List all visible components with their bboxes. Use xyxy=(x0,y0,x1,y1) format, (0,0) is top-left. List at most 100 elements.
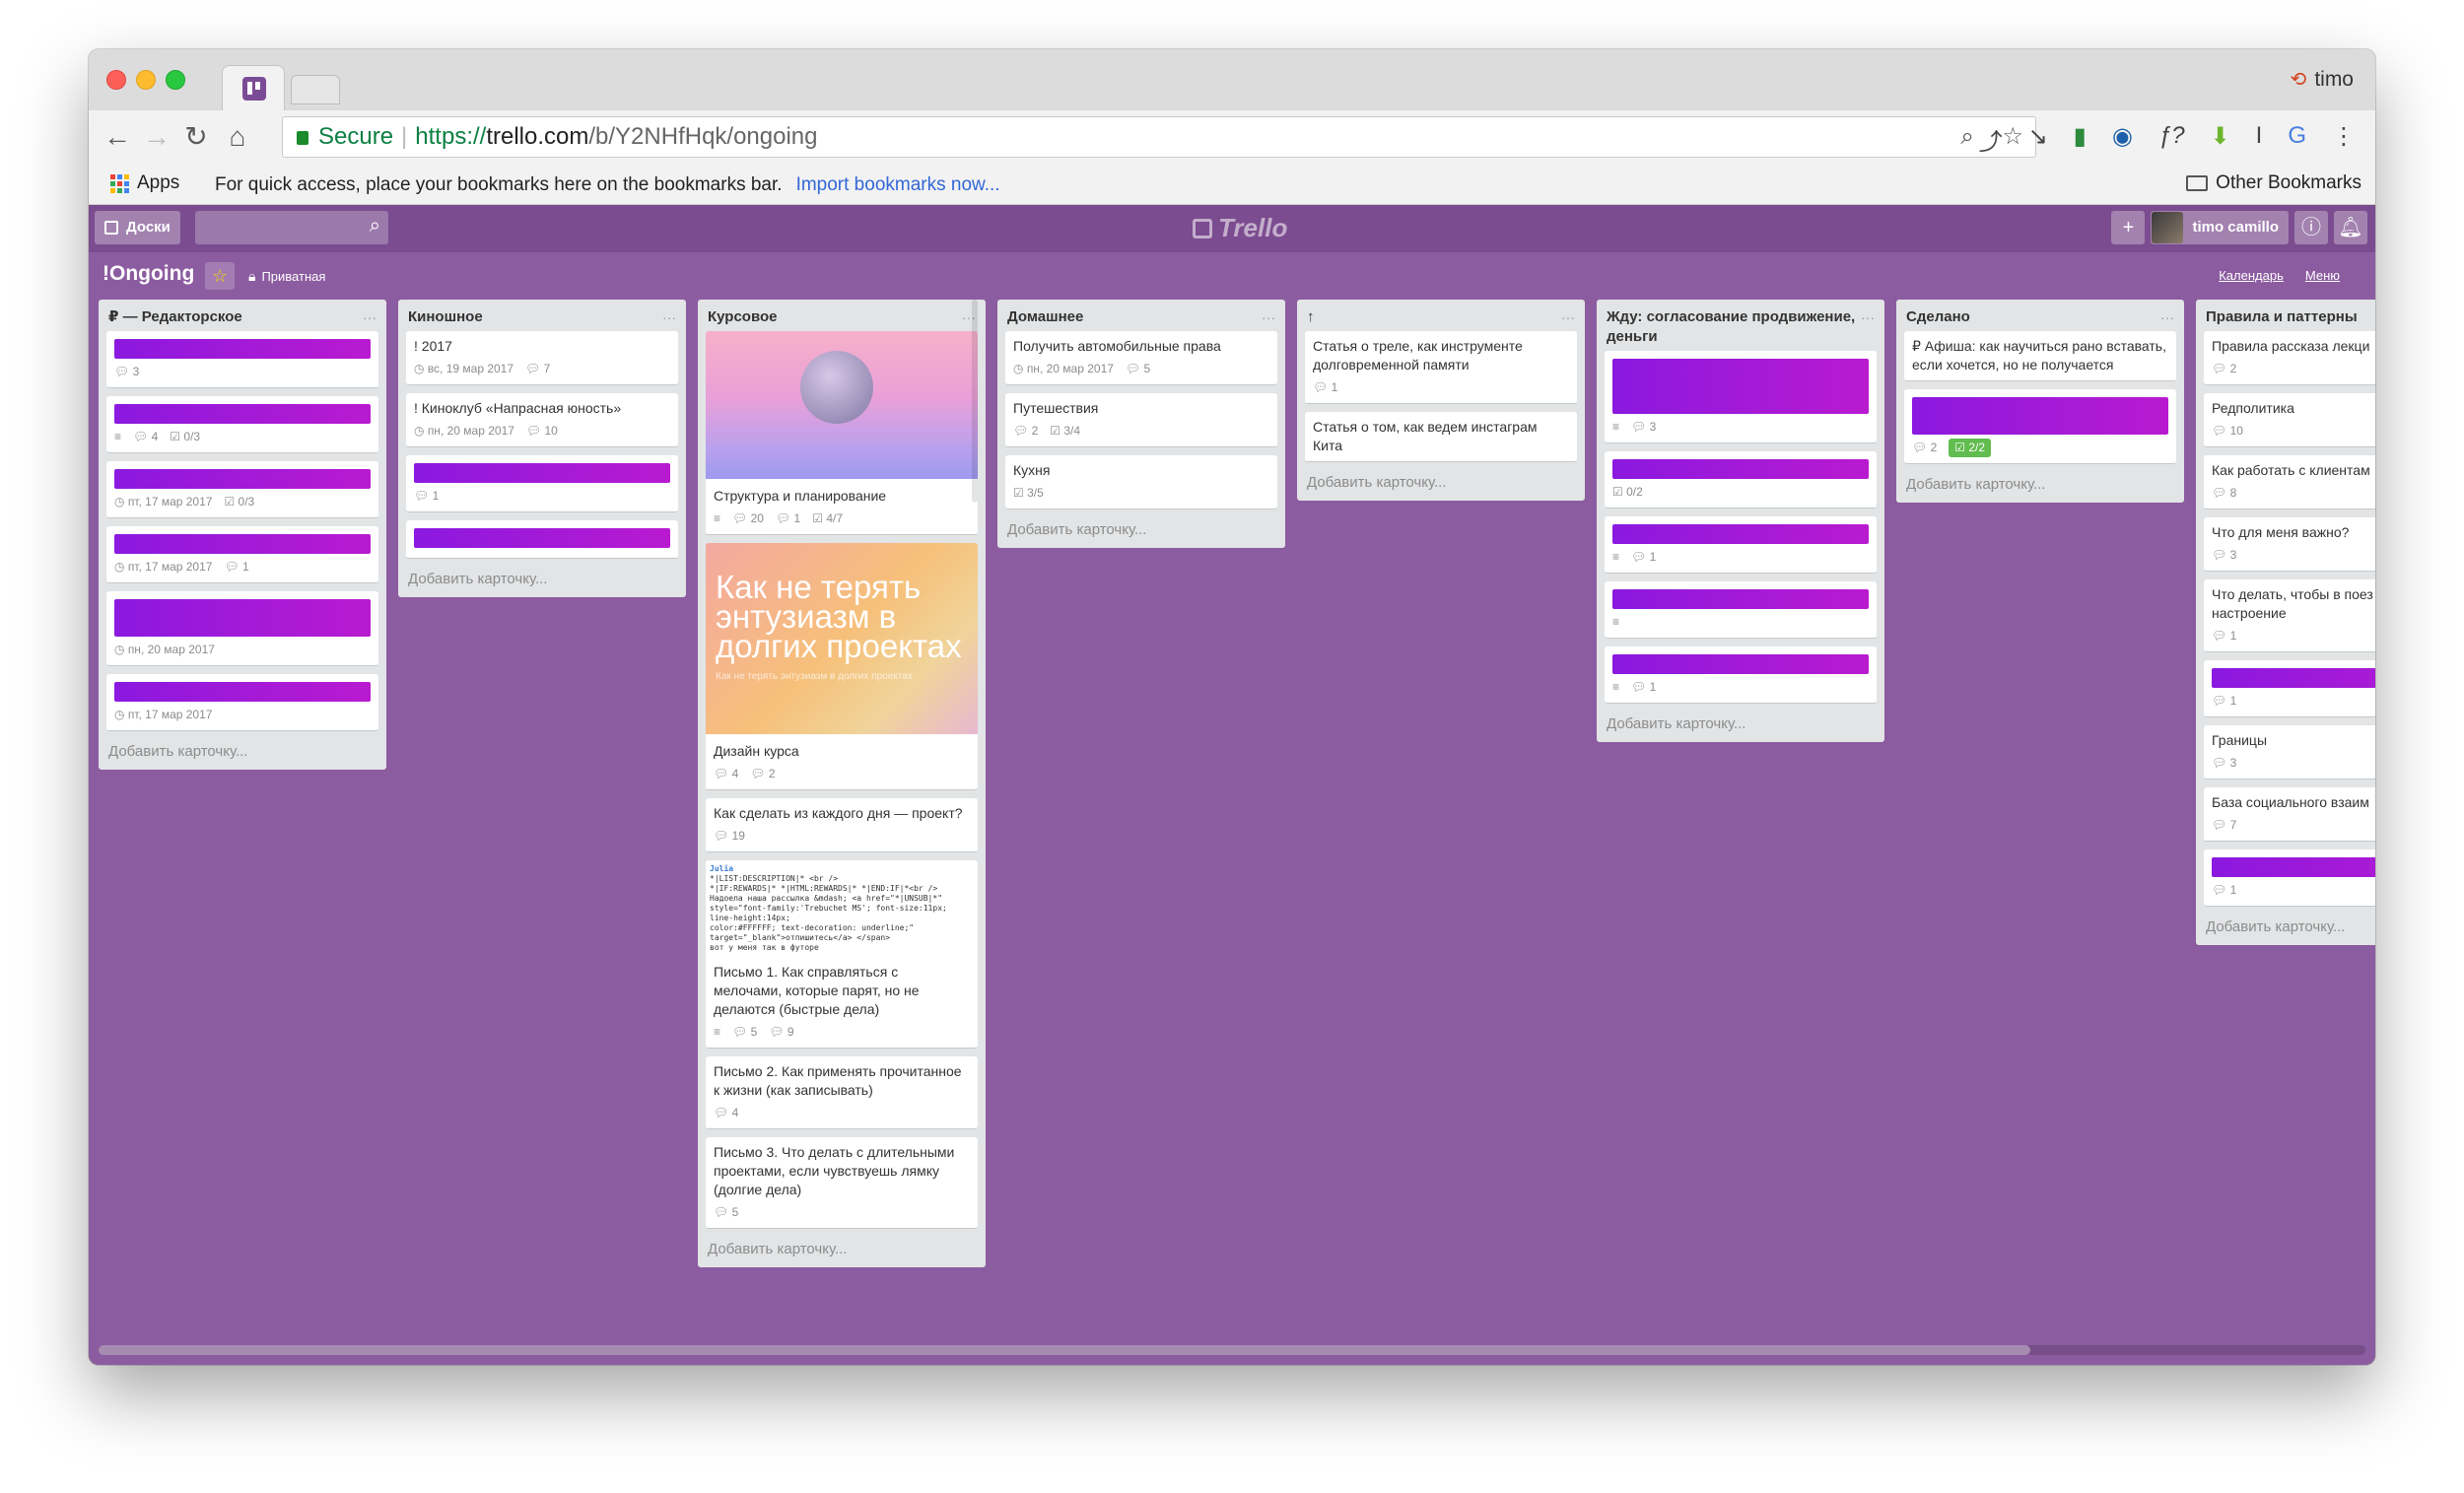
card[interactable]: Что делать, чтобы в поез портилось настр… xyxy=(2204,579,2375,652)
card[interactable]: ≡ 💬︎ 3 xyxy=(1605,351,1877,443)
menu-link[interactable]: Меню xyxy=(2305,268,2340,283)
add-card-button[interactable]: Добавить карточку... xyxy=(1904,472,2176,493)
card[interactable]: Как сделать из каждого дня — проект? 💬︎ 1… xyxy=(706,798,978,852)
card[interactable]: База социального взаим 💬︎ 7 xyxy=(2204,787,2375,842)
apps-shortcut[interactable]: Apps xyxy=(110,172,179,194)
other-bookmarks[interactable]: Other Bookmarks xyxy=(2186,172,2361,194)
home-button[interactable]: ⌂ xyxy=(221,120,254,154)
card[interactable]: 💬︎ 1 xyxy=(406,455,678,512)
card[interactable]: Письмо 3. Что делать с длительными проек… xyxy=(706,1137,978,1229)
card[interactable]: ☑ 0/2 xyxy=(1605,451,1877,509)
card[interactable]: Правила рассказа лекци 💬︎ 2 xyxy=(2204,331,2375,385)
board-horizontal-scrollbar[interactable] xyxy=(99,1345,2365,1355)
list-title[interactable]: Правила и паттерны xyxy=(2206,307,2358,327)
add-card-button[interactable]: Добавить карточку... xyxy=(106,739,378,760)
scrollbar-thumb[interactable] xyxy=(99,1345,2030,1355)
reload-button[interactable]: ↻ xyxy=(179,120,213,154)
card[interactable]: Как работать с клиентам 💬︎ 8 xyxy=(2204,455,2375,509)
list-menu-icon[interactable]: ··· xyxy=(662,307,676,327)
list-header[interactable]: Киношное ··· xyxy=(406,300,678,331)
card[interactable]: ≡ 💬︎ 4 ☑ 0/3 xyxy=(106,396,378,453)
profile-chip[interactable]: ⟲ timo xyxy=(2291,67,2354,92)
list-title[interactable]: Жду: согласование продвижение, деньги xyxy=(1607,307,1861,347)
card[interactable]: Путешествия 💬︎ 2 ☑ 3/4 xyxy=(1005,393,1277,447)
card[interactable]: Границы 💬︎ 3 xyxy=(2204,725,2375,780)
list-title[interactable]: Домашнее xyxy=(1007,307,1083,327)
card[interactable]: 💬︎ 1 xyxy=(2204,849,2375,907)
extension-6-icon[interactable]: ⬇ xyxy=(2211,122,2230,157)
card[interactable]: Статья о том, как ведем инстаграм Кита xyxy=(1305,412,1577,462)
member-menu-button[interactable]: timo camillo xyxy=(2151,211,2289,244)
extension-1-icon[interactable]: ⤴ xyxy=(1979,122,2003,157)
translate-icon[interactable]: G xyxy=(2288,122,2306,157)
add-card-button[interactable]: Добавить карточку... xyxy=(1305,470,1577,491)
list-title[interactable]: ₽ — Редакторское xyxy=(108,307,242,327)
card[interactable]: Как не терять энтузиазм в долгих проекта… xyxy=(706,543,978,790)
card[interactable]: Редполитика 💬︎ 10 xyxy=(2204,393,2375,447)
new-tab-button[interactable] xyxy=(291,75,340,104)
card[interactable]: Структура и планирование ≡ 💬︎ 20 💬︎ 1 ☑ 4/7 xyxy=(706,331,978,535)
board-title[interactable]: !Ongoing xyxy=(103,262,194,286)
list-header[interactable]: Курсовое ··· xyxy=(706,300,978,331)
extension-2-icon[interactable]: ↘ xyxy=(2028,122,2048,157)
card[interactable]: Получить автомобильные права ◷ пн, 20 мар… xyxy=(1005,331,1277,385)
add-card-button[interactable]: Добавить карточку... xyxy=(2204,915,2375,935)
minimize-window-button[interactable] xyxy=(136,70,156,90)
tab-trello[interactable] xyxy=(222,65,285,110)
card[interactable]: Что для меня важно? 💬︎ 3 xyxy=(2204,517,2375,572)
card[interactable]: 💬︎ 1 xyxy=(2204,660,2375,717)
card[interactable] xyxy=(406,520,678,559)
extension-5-icon[interactable]: ƒ? xyxy=(2158,122,2185,157)
list-menu-icon[interactable]: ··· xyxy=(1561,307,1575,327)
extension-7-icon[interactable]: I xyxy=(2256,122,2263,157)
list-header[interactable]: Правила и паттерны··· xyxy=(2204,300,2375,331)
list-title[interactable]: Курсовое xyxy=(708,307,778,327)
star-icon[interactable]: ☆ xyxy=(205,262,235,290)
add-card-button[interactable]: Добавить карточку... xyxy=(706,1237,978,1257)
card[interactable]: Письмо 2. Как применять прочитанное к жи… xyxy=(706,1056,978,1129)
list-title[interactable]: ↑ xyxy=(1307,307,1315,327)
list-header[interactable]: ↑ ··· xyxy=(1305,300,1577,331)
notifications-bell-icon[interactable]: 🔔︎ xyxy=(2334,211,2367,244)
card[interactable]: 💬︎ 2 ☑ 2/2 xyxy=(1904,389,2176,464)
card[interactable]: ◷ пт, 17 мар 2017 xyxy=(106,674,378,731)
add-card-button[interactable]: Добавить карточку... xyxy=(1005,517,1277,538)
card[interactable]: Кухня ☑ 3/5 xyxy=(1005,455,1277,509)
import-bookmarks-link[interactable]: Import bookmarks now... xyxy=(796,174,1000,195)
chrome-menu-icon[interactable]: ⋮ xyxy=(2332,122,2356,157)
list-title[interactable]: Киношное xyxy=(408,307,483,327)
extension-4-icon[interactable]: ◉ xyxy=(2112,122,2133,157)
calendar-link[interactable]: Календарь xyxy=(2219,268,2284,283)
list-header[interactable]: Сделано ··· xyxy=(1904,300,2176,331)
back-button[interactable]: ← xyxy=(101,120,134,154)
card[interactable]: Статья о треле, как инструменте долговре… xyxy=(1305,331,1577,404)
add-card-button[interactable]: Добавить карточку... xyxy=(1605,712,1877,732)
list-title[interactable]: Сделано xyxy=(1906,307,1970,327)
list-header[interactable]: Жду: согласование продвижение, деньги ··· xyxy=(1605,300,1877,351)
list-scrollbar[interactable] xyxy=(972,300,978,503)
list-menu-icon[interactable]: ··· xyxy=(363,307,376,327)
card[interactable]: ₽ Афиша: как научиться рано вставать, ес… xyxy=(1904,331,2176,381)
list-header[interactable]: Домашнее ··· xyxy=(1005,300,1277,331)
close-window-button[interactable] xyxy=(106,70,126,90)
visibility-button[interactable]: 🔒︎ Приватная xyxy=(248,268,325,285)
card[interactable]: 💬︎ 3 xyxy=(106,331,378,388)
card[interactable]: Julia *|LIST:DESCRIPTION|* <br /> *|IF:REW… xyxy=(706,860,978,1049)
card[interactable]: ! 2017 ◷ вс, 19 мар 2017 💬︎ 7 xyxy=(406,331,678,385)
boards-button[interactable]: Доски xyxy=(95,211,180,244)
card[interactable]: ◷ пт, 17 мар 2017 ☑ 0/3 xyxy=(106,461,378,518)
info-button[interactable]: ⓘ xyxy=(2294,211,2328,244)
search-input[interactable]: ⌕ xyxy=(195,211,388,244)
list-menu-icon[interactable]: ··· xyxy=(1861,307,1875,327)
list-header[interactable]: ₽ — Редакторское ··· xyxy=(106,300,378,331)
card[interactable]: ◷ пт, 17 мар 2017 💬︎ 1 xyxy=(106,526,378,583)
forward-button[interactable]: → xyxy=(140,120,173,154)
list-menu-icon[interactable]: ··· xyxy=(1262,307,1275,327)
address-bar[interactable]: Secure | https://trello.com/b/Y2NHfHqk/ong… xyxy=(282,116,2036,158)
extension-3-icon[interactable]: ▮ xyxy=(2074,122,2087,157)
card[interactable]: ! Киноклуб «Напрасная юность» ◷ пн, 20 ма… xyxy=(406,393,678,447)
zoom-icon[interactable]: ⌕ xyxy=(1960,123,1973,150)
trello-logo[interactable]: Trello xyxy=(1193,213,1287,243)
card[interactable]: ≡ 💬︎ 1 xyxy=(1605,516,1877,574)
add-card-button[interactable]: Добавить карточку... xyxy=(406,567,678,587)
